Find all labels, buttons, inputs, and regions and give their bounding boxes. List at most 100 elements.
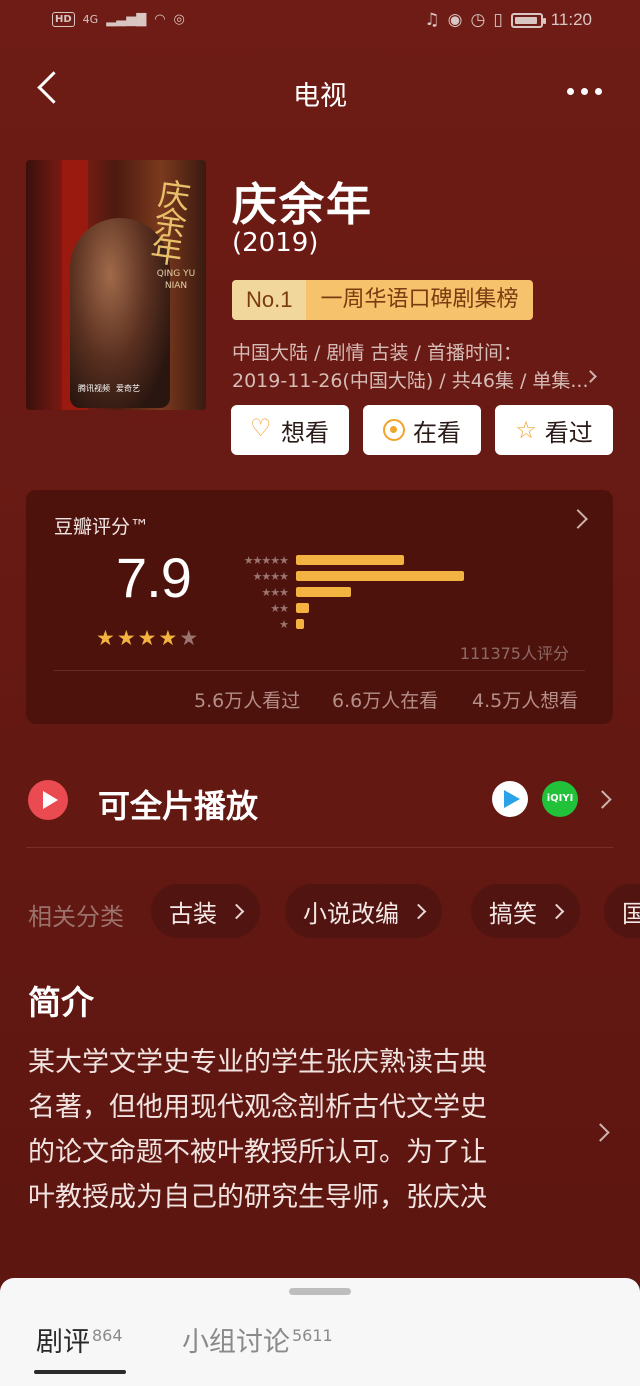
hd-icon: HD <box>52 12 75 27</box>
distribution-track <box>296 603 546 613</box>
intro-chevron-icon <box>591 1123 610 1142</box>
poster-logo-2: 爱奇艺 <box>116 384 140 393</box>
poster-logos: 腾讯视频 爱奇艺 <box>78 383 140 394</box>
intro-line: 叶教授成为自己的研究生导师，张庆决 <box>28 1182 487 1213</box>
distribution-stars-icon: ★★ <box>270 601 289 615</box>
rating-label: 豆瓣评分™ <box>54 516 150 538</box>
tab-group-label: 小组讨论 <box>182 1327 290 1358</box>
star-filled-icon: ★ <box>96 626 115 650</box>
category-chip-guzhuang[interactable]: 古装 <box>151 884 260 938</box>
signal-icon: ▂▃▅▇ <box>106 12 147 27</box>
category-label: 古装 <box>169 899 217 928</box>
category-chip-novel[interactable]: 小说改编 <box>285 884 442 938</box>
star-filled-icon: ★ <box>137 626 157 650</box>
show-meta-line-2[interactable]: 2019-11-26(中国大陆) / 共46集 / 单集... <box>232 366 589 393</box>
battery-level <box>514 16 537 24</box>
want-to-watch-button[interactable]: 想看 <box>231 405 349 455</box>
star-empty-icon: ★ <box>179 626 199 650</box>
rating-card[interactable]: 豆瓣评分™ 7.9 ★ ★ ★ ★ ★ ★★★★★ ★★★★ ★★★ ★★ ★ 111375人评… <box>26 490 613 724</box>
status-right: ♫ ◉ ◷ ▯ 11:20 <box>424 10 592 30</box>
watching-count[interactable]: 6.6万人在看 <box>332 686 438 713</box>
distribution-bar <box>296 587 351 597</box>
distribution-track <box>296 571 546 581</box>
sheet-handle[interactable] <box>289 1288 351 1295</box>
tab-group-discussion[interactable]: 小组讨论 5611 <box>182 1320 333 1359</box>
rating-score: 7.9 <box>116 546 192 609</box>
poster-en-title: QING YU NIAN <box>156 269 196 291</box>
rating-stars: ★ ★ ★ ★ ★ <box>96 626 198 650</box>
distribution-bar <box>296 571 464 581</box>
chevron-right-icon <box>228 903 245 919</box>
distribution-row: ★★★★★ <box>222 554 404 567</box>
headset-icon: ♫ <box>424 10 440 30</box>
category-chip-partial[interactable]: 国 <box>604 884 640 938</box>
star-filled-icon: ★ <box>158 626 178 650</box>
eye-icon: ◉ <box>447 10 463 30</box>
divider <box>26 847 613 848</box>
rank-list-name: 一周华语口碑剧集榜 <box>306 280 533 320</box>
nav-bar: 电视 <box>0 60 640 124</box>
intro-line: 某大学文学史专业的学生张庆熟读古典 <box>28 1047 487 1078</box>
wifi-icon: ◠ <box>154 12 166 27</box>
chevron-right-icon <box>548 903 565 919</box>
watched-button[interactable]: ☆ 看过 <box>495 405 613 455</box>
watched-count[interactable]: 5.6万人看过 <box>194 686 300 713</box>
distribution-bar <box>296 555 404 565</box>
tab-active-indicator <box>34 1370 126 1374</box>
alarm-icon: ◷ <box>470 10 486 30</box>
tencent-video-icon[interactable] <box>492 781 528 817</box>
rank-number: No.1 <box>232 280 307 320</box>
distribution-bar <box>296 603 309 613</box>
play-full-row[interactable]: 可全片播放 iQIYI <box>26 760 613 840</box>
distribution-stars-icon: ★★★★ <box>252 569 289 583</box>
want-to-watch-label: 想看 <box>281 418 329 447</box>
rank-badge[interactable]: No.1 一周华语口碑剧集榜 <box>232 280 533 320</box>
category-label: 小说改编 <box>303 899 399 928</box>
iqiyi-icon[interactable]: iQIYI <box>542 781 578 817</box>
sync-icon: ◎ <box>173 12 185 27</box>
intro-title: 简介 <box>28 983 94 1022</box>
network-label: 4G <box>82 13 99 26</box>
tab-reviews-count: 864 <box>92 1326 123 1345</box>
category-label: 国 <box>622 899 640 928</box>
watched-label: 看过 <box>544 418 593 447</box>
battery-icon <box>510 12 546 28</box>
tab-reviews[interactable]: 剧评 864 <box>36 1320 123 1359</box>
show-meta-line-1[interactable]: 中国大陆 / 剧情 古装 / 首播时间： <box>232 338 522 365</box>
intro-body[interactable]: 某大学文学史专业的学生张庆熟读古典 名著，但他用现代观念剖析古代文学史 的论文命… <box>28 1040 558 1220</box>
more-options-button[interactable] <box>563 76 606 107</box>
poster-title: 庆余年 <box>144 175 194 265</box>
distribution-bar <box>296 619 304 629</box>
status-left: HD 4G ▂▃▅▇ ◠ ◎ <box>52 12 185 27</box>
tab-group-count: 5611 <box>292 1326 333 1345</box>
distribution-row: ★★ <box>222 601 309 615</box>
rating-count: 111375人评分 <box>459 644 569 663</box>
distribution-track <box>296 619 546 629</box>
watching-button[interactable]: 在看 <box>363 405 481 455</box>
nav-title: 电视 <box>293 81 347 112</box>
status-bar: HD 4G ▂▃▅▇ ◠ ◎ ♫ ◉ ◷ ▯ 11:20 <box>0 0 640 50</box>
intro-line: 的论文命题不被叶教授所认可。为了让 <box>28 1137 487 1168</box>
distribution-row: ★★★ <box>222 585 351 599</box>
intro-line: 名著，但他用现代观念剖析古代文学史 <box>28 1092 487 1123</box>
distribution-stars-icon: ★★★ <box>261 585 289 599</box>
play-chevron-icon <box>593 790 612 809</box>
show-year: (2019) <box>232 228 319 258</box>
watching-icon <box>383 419 405 441</box>
star-filled-icon: ★ <box>116 626 136 650</box>
play-icon <box>28 780 68 820</box>
distribution-track <box>296 555 546 565</box>
category-label: 搞笑 <box>489 899 537 928</box>
heart-plus-icon <box>250 414 273 442</box>
poster-image[interactable]: 庆余年 QING YU NIAN 腾讯视频 爱奇艺 <box>26 160 206 410</box>
distribution-row: ★★★★ <box>222 569 464 583</box>
show-title: 庆余年 <box>232 178 374 231</box>
want-count[interactable]: 4.5万人想看 <box>472 686 578 713</box>
related-categories-label: 相关分类 <box>28 903 124 931</box>
rating-chevron-icon <box>568 509 588 529</box>
category-chip-comedy[interactable]: 搞笑 <box>471 884 580 938</box>
star-icon: ☆ <box>515 416 537 444</box>
distribution-track <box>296 587 546 597</box>
tab-reviews-label: 剧评 <box>36 1327 90 1358</box>
poster-logo-1: 腾讯视频 <box>78 384 110 393</box>
